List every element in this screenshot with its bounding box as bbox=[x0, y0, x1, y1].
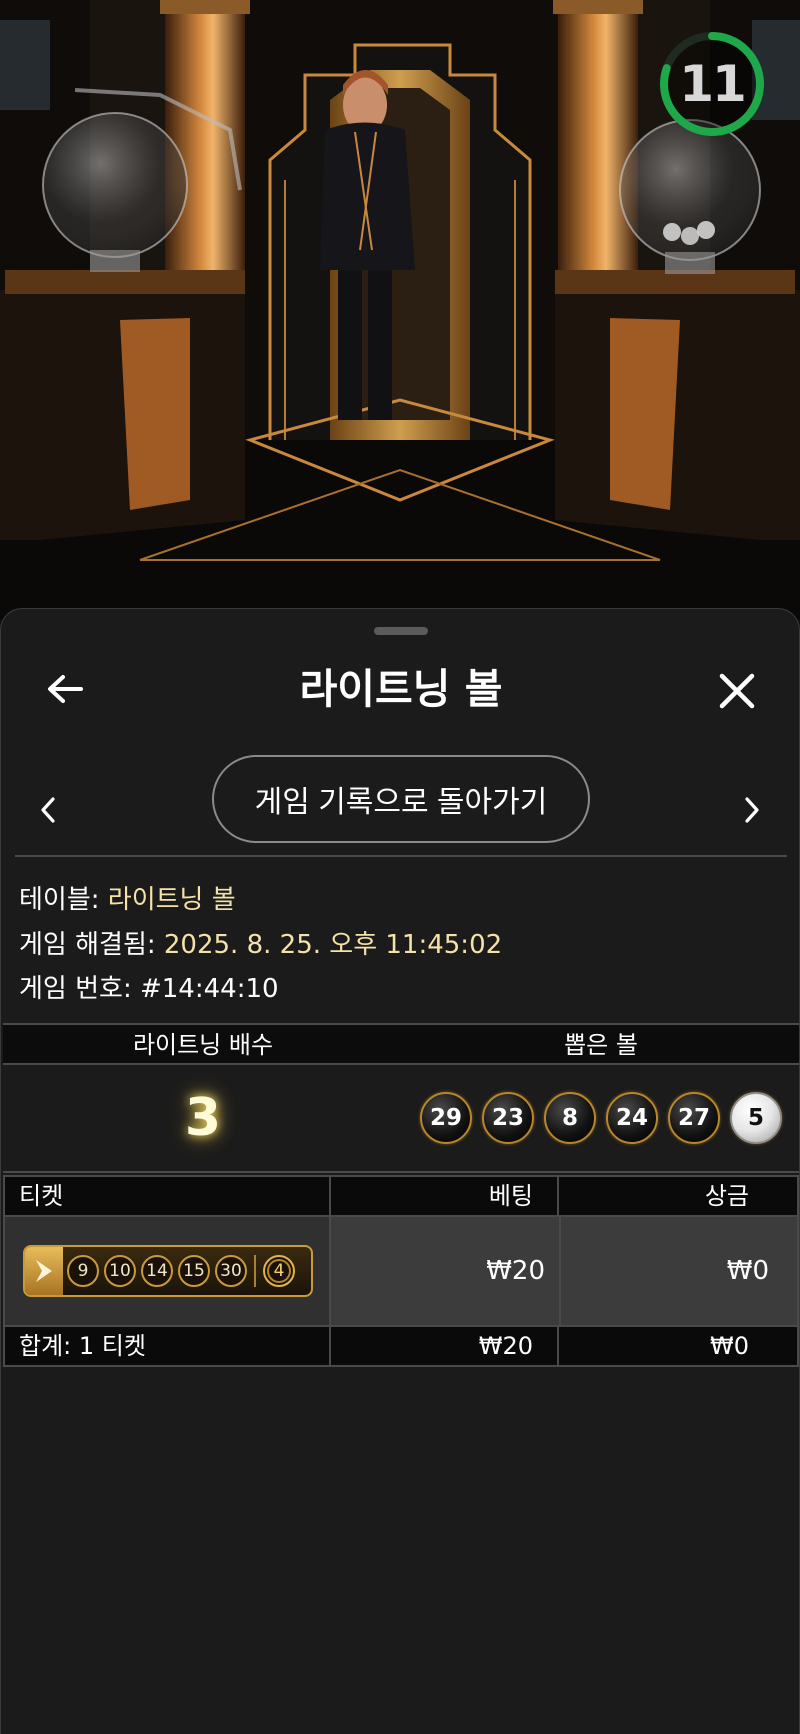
drawn-ball: 29 bbox=[420, 1092, 472, 1144]
drawn-ball: 24 bbox=[606, 1092, 658, 1144]
total-bet: ₩20 bbox=[478, 1332, 533, 1360]
game-history-sheet: 라이트닝 볼 게임 기록으로 돌아가기 테이블: 라이트닝 볼 게임 해결됨: … bbox=[0, 608, 800, 1734]
drawn-ball: 8 bbox=[544, 1092, 596, 1144]
chevron-right-icon bbox=[745, 797, 759, 823]
column-divider bbox=[557, 1177, 559, 1215]
close-button[interactable] bbox=[711, 665, 763, 717]
chevron-left-icon bbox=[41, 797, 55, 823]
tickets-total-row: 합계: 1 티켓 ₩20 ₩0 bbox=[3, 1325, 799, 1367]
info-resolved-value: 2025. 8. 25. 오후 11:45:02 bbox=[163, 930, 503, 960]
back-to-history-button[interactable]: 게임 기록으로 돌아가기 bbox=[212, 755, 590, 843]
back-arrow-icon bbox=[48, 675, 83, 703]
tickets-header-row: 티켓 베팅 상금 bbox=[3, 1175, 799, 1217]
ticket-cell: 9 10 14 15 30 4 bbox=[5, 1217, 331, 1325]
ticket-win: ₩0 bbox=[726, 1256, 769, 1286]
info-table: 테이블: 라이트닝 볼 bbox=[19, 879, 236, 916]
drawn-balls-header: 뽑은 볼 bbox=[564, 1031, 638, 1059]
total-win: ₩0 bbox=[710, 1332, 749, 1360]
close-icon bbox=[719, 673, 755, 709]
divider bbox=[15, 855, 787, 857]
previous-game-button[interactable] bbox=[33, 785, 63, 835]
win-column-header: 상금 bbox=[704, 1182, 749, 1210]
info-resolved-label: 게임 해결됨: bbox=[19, 930, 156, 960]
info-resolved: 게임 해결됨: 2025. 8. 25. 오후 11:45:02 bbox=[19, 924, 502, 961]
ticket-logo-icon bbox=[25, 1247, 63, 1295]
column-divider bbox=[329, 1177, 331, 1215]
next-game-button[interactable] bbox=[737, 785, 767, 835]
result-row: 3 29 23 8 24 27 5 bbox=[3, 1065, 799, 1173]
info-table-label: 테이블: bbox=[19, 885, 100, 915]
info-game-number: 게임 번호: #14:44:10 bbox=[19, 968, 279, 1005]
column-divider bbox=[329, 1327, 331, 1365]
ticket-number: 10 bbox=[104, 1255, 136, 1287]
ticket-number: 9 bbox=[67, 1255, 99, 1287]
result-header-row: 라이트닝 배수 뽑은 볼 bbox=[3, 1023, 799, 1065]
ticket-number: 30 bbox=[215, 1255, 247, 1287]
info-game-number-label: 게임 번호: bbox=[19, 974, 132, 1004]
lightning-multiplier: 3 bbox=[184, 1088, 222, 1148]
drawn-balls: 29 23 8 24 27 5 bbox=[420, 1092, 782, 1146]
sheet-grabber[interactable] bbox=[374, 627, 428, 635]
bet-column-header: 베팅 bbox=[488, 1182, 533, 1210]
multiplier-header: 라이트닝 배수 bbox=[132, 1031, 274, 1059]
info-game-number-value: #14:44:10 bbox=[139, 974, 279, 1004]
ticket-column-header: 티켓 bbox=[19, 1182, 64, 1210]
sheet-title: 라이트닝 볼 bbox=[299, 665, 503, 713]
ticket-separator bbox=[254, 1255, 256, 1287]
info-table-value: 라이트닝 볼 bbox=[107, 885, 236, 915]
countdown-timer: 11 bbox=[656, 28, 768, 140]
back-button[interactable] bbox=[41, 665, 89, 713]
live-video: 11 bbox=[0, 0, 800, 620]
ticket-bonus-number: 4 bbox=[263, 1255, 295, 1287]
ticket-number: 14 bbox=[141, 1255, 173, 1287]
ticket-number: 15 bbox=[178, 1255, 210, 1287]
drawn-ball: 23 bbox=[482, 1092, 534, 1144]
ticket-row: 9 10 14 15 30 4 ₩20 ₩0 bbox=[3, 1217, 799, 1325]
bonus-ball: 5 bbox=[730, 1092, 782, 1144]
column-divider bbox=[557, 1327, 559, 1365]
ticket-numbers: 9 10 14 15 30 4 bbox=[63, 1255, 295, 1287]
lottery-ticket[interactable]: 9 10 14 15 30 4 bbox=[23, 1245, 313, 1297]
timer-value: 11 bbox=[679, 55, 747, 113]
total-label: 합계: 1 티켓 bbox=[19, 1332, 146, 1360]
drawn-ball: 27 bbox=[668, 1092, 720, 1144]
ticket-bet: ₩20 bbox=[486, 1256, 545, 1286]
